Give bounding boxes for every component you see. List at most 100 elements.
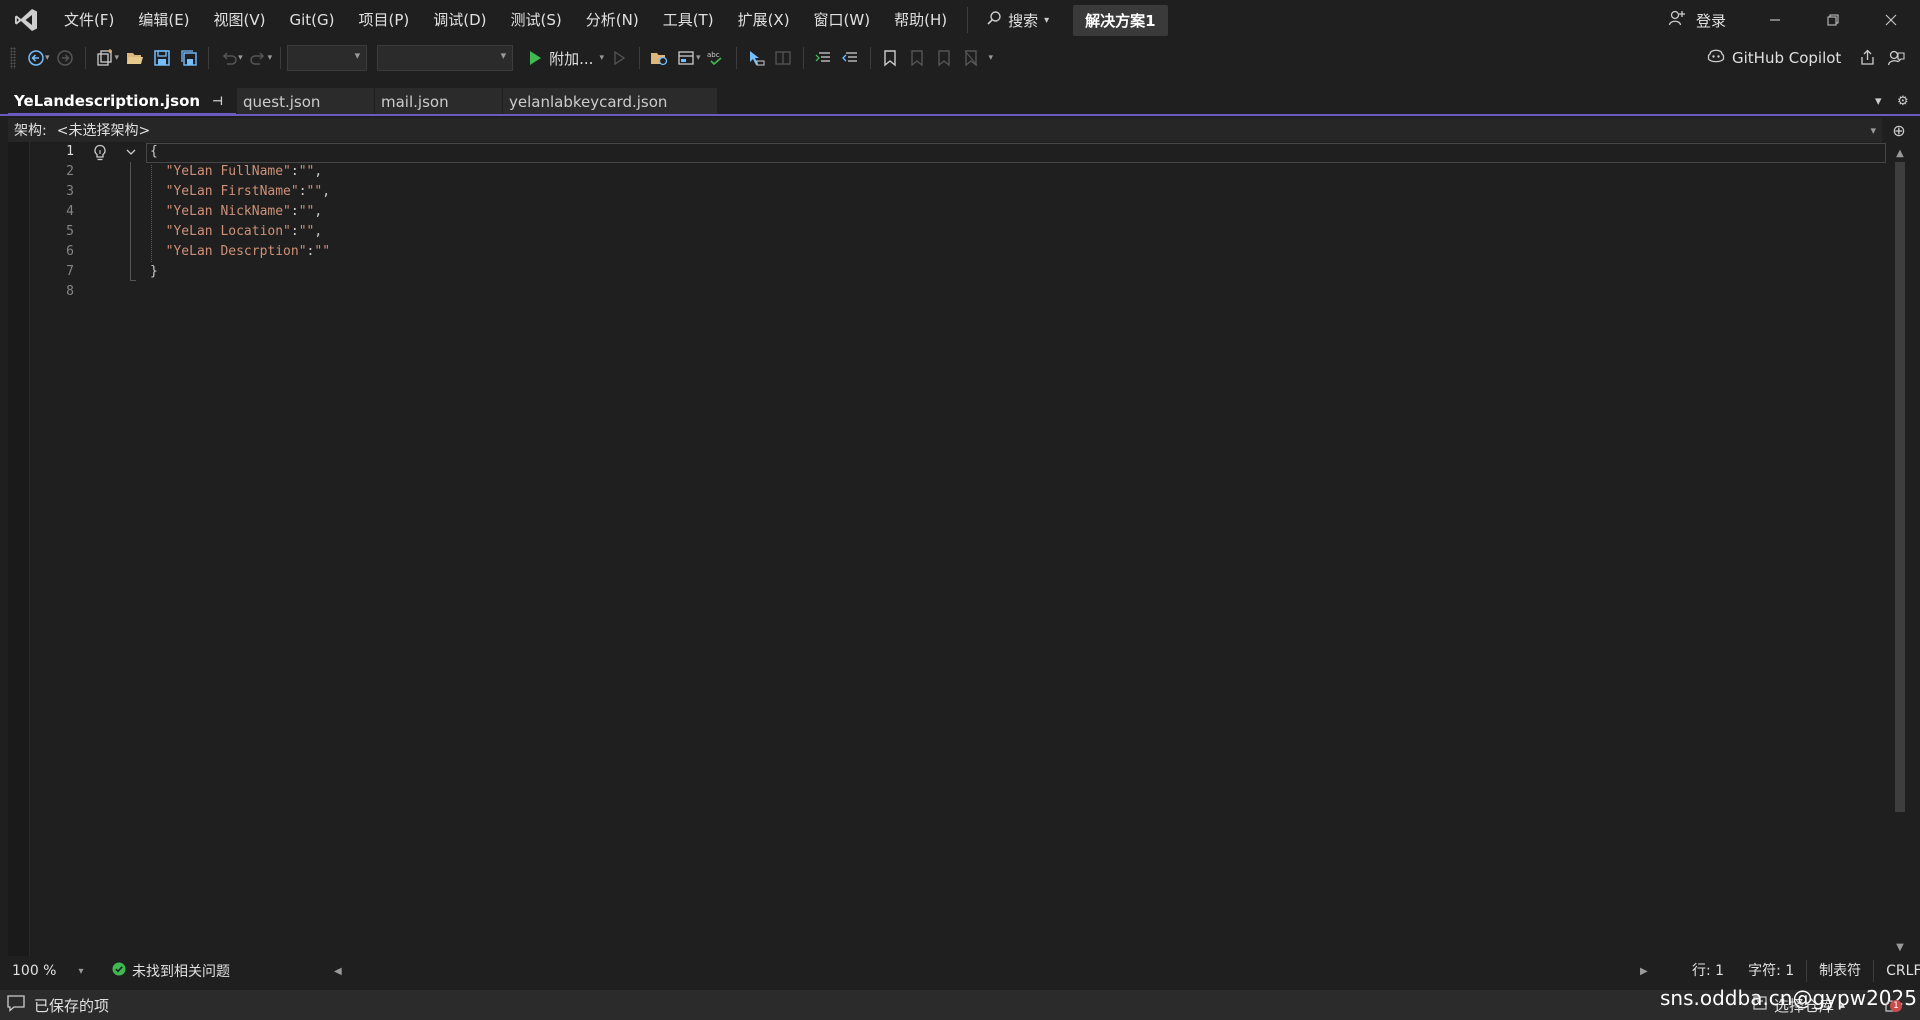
notifications-button[interactable]: 1 [1882,998,1902,1016]
chevron-down-icon[interactable]: ▾ [696,53,701,63]
github-copilot-button[interactable]: GitHub Copilot [1706,40,1841,76]
split-icon: ⊕ [1892,120,1906,140]
tab-yelanlabkeycard-json[interactable]: yelanlabkeycard.json [503,88,717,115]
json-key: "YeLan Location" [165,224,291,239]
toolbar-overflow-icon[interactable]: ▾ [989,53,994,63]
comment-lines-button[interactable] [810,44,837,72]
lightbulb-icon[interactable] [90,143,110,163]
menu-test[interactable]: 测试(S) [499,0,574,40]
share-button[interactable] [1854,44,1882,72]
toolbar-separator [802,47,804,69]
select-element-button[interactable] [743,44,770,72]
scroll-up-icon[interactable]: ▲ [1892,146,1908,162]
visual-studio-logo-icon[interactable] [0,0,52,40]
chevron-down-icon[interactable]: ▾ [115,53,120,63]
zoom-select[interactable]: 100 % ▾ [12,963,84,979]
scroll-left-icon[interactable]: ◀ [334,966,342,977]
solution-name[interactable]: 解决方案1 [1073,4,1168,36]
code-content[interactable]: { "YeLan FullName":"", "YeLan FirstName"… [150,142,330,302]
line-number-gutter: 1 2 3 4 5 6 7 8 [30,142,74,302]
code-line: "YeLan FullName":"", [165,164,323,179]
search-button[interactable]: 搜索 ▾ [976,0,1059,40]
menu-tools[interactable]: 工具(T) [651,0,726,40]
line-indicator[interactable]: 行: 1 [1680,960,1736,982]
json-value: "" [306,184,323,199]
scroll-down-icon[interactable]: ▼ [1892,940,1908,956]
issues-indicator[interactable]: 未找到相关问题 [112,961,230,981]
menu-extensions[interactable]: 扩展(X) [726,0,802,40]
line-number: 4 [66,204,74,219]
scroll-right-icon[interactable]: ▶ [1640,966,1648,977]
feedback-button[interactable] [1882,44,1910,72]
tabs-mode-indicator[interactable]: 制表符 [1807,960,1873,982]
spell-check-button[interactable]: abc [703,44,730,72]
current-line-highlight [146,143,1886,163]
start-without-debugging-button[interactable] [606,44,633,72]
collapse-chevron-icon[interactable] [122,143,140,161]
toggle-bookmark-button[interactable] [877,44,904,72]
login-button[interactable]: 登录 [1668,0,1726,40]
menu-help[interactable]: 帮助(H) [882,0,959,40]
toolbar-separator [84,47,86,69]
search-label: 搜索 [1008,11,1039,30]
toolbar-separator [735,47,737,69]
save-button[interactable] [148,44,175,72]
open-folder-in-explorer-button[interactable] [646,44,673,72]
pin-icon[interactable]: ⊣ [212,94,223,108]
menu-debug[interactable]: 调试(D) [421,0,498,40]
chevron-down-icon[interactable]: ▾ [599,53,604,63]
menu-view[interactable]: 视图(V) [202,0,278,40]
scrollbar-thumb[interactable] [1895,162,1905,812]
tab-quest-json[interactable]: quest.json [237,88,374,115]
next-bookmark-button[interactable] [931,44,958,72]
solution-configuration-select[interactable] [287,45,368,71]
line-ending-indicator[interactable]: CRLF [1874,960,1920,982]
save-all-button[interactable] [175,44,202,72]
clear-bookmarks-button[interactable] [958,44,985,72]
tab-mail-json[interactable]: mail.json [375,88,502,115]
json-value: "" [314,244,331,259]
tab-label: YeLandescription.json [14,91,201,110]
chevron-down-icon[interactable]: ▾ [45,53,50,63]
solution-platform-select[interactable] [377,45,514,71]
menu-edit[interactable]: 编辑(E) [126,0,201,40]
menu-analyze[interactable]: 分析(N) [574,0,651,40]
zoom-value: 100 % [12,963,57,979]
char-indicator[interactable]: 字符: 1 [1736,960,1806,982]
uncomment-lines-button[interactable] [837,44,864,72]
json-key: "YeLan FullName" [165,164,291,179]
line-number: 3 [66,184,74,199]
tab-list-dropdown[interactable]: ▾ [1875,88,1882,115]
feedback-icon [1887,50,1905,66]
navigate-forward-button[interactable] [52,44,79,72]
saved-items-status[interactable]: 已保存的项 [6,994,109,1016]
close-window-button[interactable] [1862,0,1920,40]
svg-text:abc: abc [707,51,720,59]
toolbar-separator [638,47,640,69]
split-editor-button[interactable]: ⊕ [1886,118,1912,142]
menu-git[interactable]: Git(G) [278,0,347,40]
chevron-down-icon[interactable]: ▾ [238,53,243,63]
toggle-hot-reload-button[interactable] [770,44,797,72]
cursor-position: 行: 1 字符: 1 制表符 CRLF [1680,960,1920,982]
watermark-text: sns.oddba.cn@gypw2025 [1660,986,1917,1010]
title-bar: 文件(F) 编辑(E) 视图(V) Git(G) 项目(P) 调试(D) 测试(… [0,0,1920,40]
schema-label: 架构: [14,123,47,139]
menu-file[interactable]: 文件(F) [52,0,126,40]
indicator-margin[interactable] [8,142,30,956]
issues-label: 未找到相关问题 [132,964,230,980]
start-debugging-button[interactable]: 附加... [523,48,597,69]
open-file-button[interactable] [121,44,148,72]
schema-value: <未选择架构> [56,123,151,139]
tab-yelandescription-json[interactable]: YeLandescription.json ⊣ ✕ [8,88,248,115]
standard-toolbar: ▾ ▾ ▾ ▾ 附加... ▾ ▾ abc [0,40,1920,76]
menu-window[interactable]: 窗口(W) [802,0,883,40]
chevron-down-icon[interactable]: ▾ [268,53,273,63]
tab-settings-button[interactable]: ⚙ [1897,88,1909,115]
toolbar-grip[interactable] [10,47,16,69]
schema-selector[interactable]: 架构: <未选择架构> ▾ [8,118,1882,142]
previous-bookmark-button[interactable] [904,44,931,72]
minimize-button[interactable] [1746,0,1804,40]
menu-project[interactable]: 项目(P) [347,0,422,40]
restore-button[interactable] [1804,0,1862,40]
